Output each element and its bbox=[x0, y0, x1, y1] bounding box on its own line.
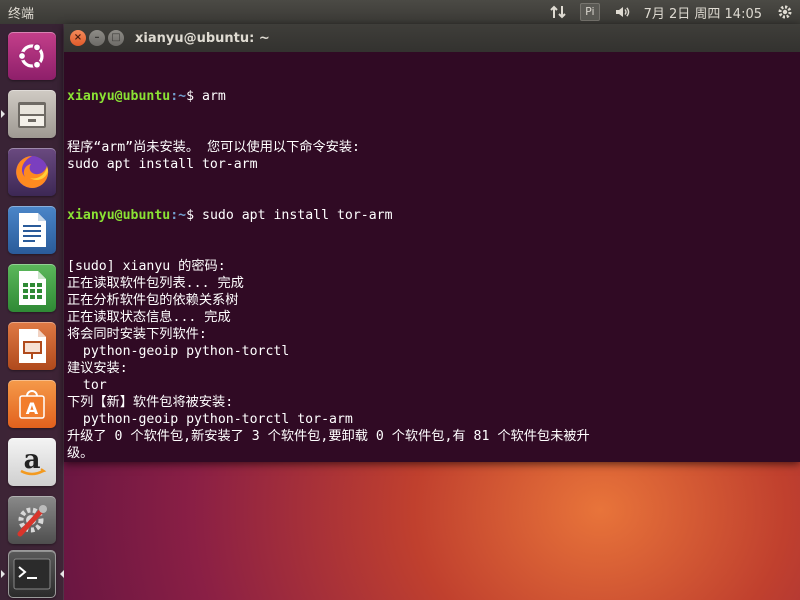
command-text: arm bbox=[202, 89, 226, 104]
svg-text:A: A bbox=[26, 399, 39, 418]
output-line: sudo apt install tor-arm bbox=[67, 157, 258, 172]
output-line: 程序“arm”尚未安装。 您可以使用以下命令安装: bbox=[67, 140, 360, 155]
prompt-path: :~ bbox=[170, 89, 187, 104]
launcher-firefox[interactable] bbox=[6, 146, 58, 198]
svg-text:a: a bbox=[24, 445, 41, 475]
prompt-user: xianyu@ubuntu bbox=[67, 208, 171, 223]
output-line: 建议安装: bbox=[67, 361, 128, 376]
window-title: xianyu@ubuntu: ~ bbox=[135, 30, 270, 46]
settings-tools-icon bbox=[8, 496, 56, 544]
maximize-button[interactable]: □ bbox=[108, 30, 124, 46]
launcher-ubuntu-dash[interactable] bbox=[6, 30, 58, 82]
active-app-name[interactable]: 终端 bbox=[8, 3, 34, 22]
minimize-button[interactable]: – bbox=[89, 30, 105, 46]
output-line: 正在读取软件包列表... 完成 bbox=[67, 276, 244, 291]
prompt-user: xianyu@ubuntu bbox=[67, 89, 171, 104]
keyboard-indicator-icon[interactable]: Pi bbox=[573, 0, 606, 24]
prompt-symbol: $ bbox=[186, 208, 202, 223]
ubuntu-logo-icon bbox=[8, 32, 56, 80]
prompt-line: xianyu@ubuntu:~$ arm bbox=[67, 88, 800, 105]
terminal-output[interactable]: xianyu@ubuntu:~$ arm 程序“arm”尚未安装。 您可以使用以… bbox=[64, 52, 800, 462]
launcher-libreoffice-writer[interactable] bbox=[6, 204, 58, 256]
output-line: 升级了 0 个软件包,新安装了 3 个软件包,要卸载 0 个软件包,有 81 个… bbox=[67, 429, 590, 444]
command-text: sudo apt install tor-arm bbox=[202, 208, 393, 223]
output-line: 将会同时安装下列软件: bbox=[67, 327, 207, 342]
launcher: A a bbox=[0, 24, 64, 600]
system-tray: Pi 7月 2日 周四 14:05 bbox=[543, 0, 800, 24]
close-button[interactable]: × bbox=[70, 30, 86, 46]
top-panel: 终端 Pi 7月 2日 周四 14:05 bbox=[0, 0, 800, 24]
terminal-window[interactable]: × – □ xianyu@ubuntu: ~ xianyu@ubuntu:~$ … bbox=[64, 24, 800, 462]
launcher-system-settings[interactable] bbox=[6, 494, 58, 546]
writer-document-icon bbox=[8, 206, 56, 254]
terminal-icon bbox=[8, 550, 56, 598]
launcher-amazon[interactable]: a bbox=[6, 436, 58, 488]
prompt-line: xianyu@ubuntu:~$ sudo apt install tor-ar… bbox=[67, 207, 800, 224]
launcher-files[interactable] bbox=[1, 88, 58, 140]
launcher-libreoffice-calc[interactable] bbox=[6, 262, 58, 314]
output-line: tor bbox=[67, 378, 107, 393]
network-arrows-icon[interactable] bbox=[543, 0, 573, 24]
focused-indicator bbox=[60, 570, 64, 578]
output-line: python-geoip python-torctl bbox=[67, 344, 290, 359]
amazon-logo-icon: a bbox=[8, 438, 56, 486]
clock[interactable]: 7月 2日 周四 14:05 bbox=[637, 0, 770, 24]
output-line: 下列【新】软件包将被安装: bbox=[67, 395, 234, 410]
launcher-libreoffice-impress[interactable] bbox=[6, 320, 58, 372]
output-line: python-geoip python-torctl tor-arm bbox=[67, 412, 353, 427]
firefox-icon bbox=[8, 148, 56, 196]
launcher-ubuntu-software[interactable]: A bbox=[6, 378, 58, 430]
output-line: 正在分析软件包的依赖关系树 bbox=[67, 293, 239, 308]
running-indicator bbox=[1, 110, 5, 118]
calc-spreadsheet-icon bbox=[8, 264, 56, 312]
file-cabinet-icon bbox=[8, 90, 56, 138]
launcher-terminal[interactable] bbox=[1, 548, 64, 600]
prompt-symbol: $ bbox=[186, 89, 202, 104]
volume-icon[interactable] bbox=[607, 0, 637, 24]
window-titlebar[interactable]: × – □ xianyu@ubuntu: ~ bbox=[64, 24, 800, 52]
prompt-path: :~ bbox=[170, 208, 187, 223]
output-line: 级。 bbox=[67, 446, 94, 461]
shopping-bag-icon: A bbox=[8, 380, 56, 428]
gear-icon[interactable] bbox=[770, 0, 800, 24]
running-indicator bbox=[1, 570, 5, 578]
impress-presentation-icon bbox=[8, 322, 56, 370]
keyboard-layout-label: Pi bbox=[580, 3, 600, 21]
output-line: 正在读取状态信息... 完成 bbox=[67, 310, 231, 325]
window-controls: × – □ bbox=[70, 30, 127, 46]
output-line: [sudo] xianyu 的密码: bbox=[67, 259, 226, 274]
